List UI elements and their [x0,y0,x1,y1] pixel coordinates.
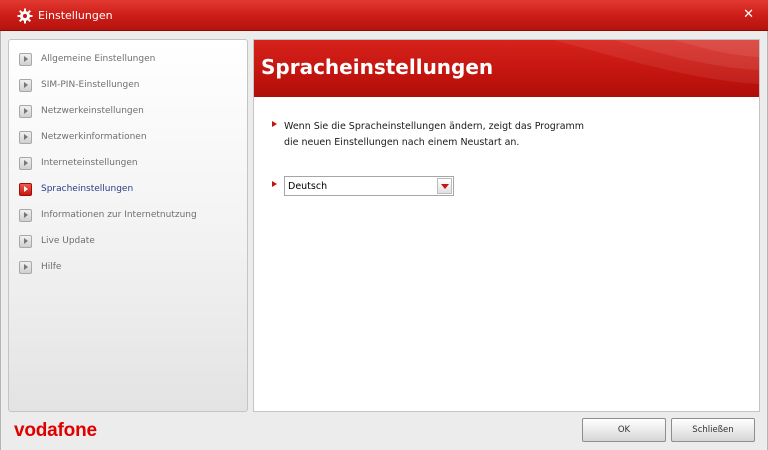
page-title: Spracheinstellungen [261,55,494,79]
sidebar-item-sim-pin-einstellungen[interactable]: SIM-PIN-Einstellungen [19,78,244,94]
sidebar-item-netzwerkeinstellungen[interactable]: Netzwerkeinstellungen [19,104,244,120]
arrow-right-icon [19,157,32,170]
sidebar-item-netzwerkinformationen[interactable]: Netzwerkinformationen [19,130,244,146]
arrow-right-icon [19,53,32,66]
sidebar-item-label: Hilfe [41,262,62,272]
sidebar-item-label: Allgemeine Einstellungen [41,54,156,64]
arrow-right-icon [19,183,32,196]
sidebar-item-label: Interneteinstellungen [41,158,138,168]
sidebar-item-allgemeine-einstellungen[interactable]: Allgemeine Einstellungen [19,52,244,68]
sidebar-item-label: Informationen zur Internetnutzung [41,210,197,220]
chevron-down-icon[interactable] [437,178,452,194]
sidebar-item-label: Netzwerkinformationen [41,132,147,142]
sidebar-item-live-update[interactable]: Live Update [19,234,244,250]
title-bar: Einstellungen ✕ [0,0,768,31]
sidebar-item-label: Live Update [41,236,95,246]
sidebar-item-interneteinstellungen[interactable]: Interneteinstellungen [19,156,244,172]
content-panel: Spracheinstellungen [253,39,760,412]
sidebar: Allgemeine Einstellungen SIM-PIN-Einstel… [8,39,248,412]
arrow-right-icon [19,131,32,144]
arrow-right-icon [19,209,32,222]
gear-icon [17,8,33,24]
arrow-right-icon [19,79,32,92]
close-icon[interactable]: ✕ [743,7,754,22]
window-title: Einstellungen [38,9,113,22]
header-banner: Spracheinstellungen [254,40,759,97]
sidebar-item-label: SIM-PIN-Einstellungen [41,80,140,90]
bullet-arrow-icon [272,181,277,187]
close-button[interactable]: Schließen [671,418,755,442]
info-text-line-1: Wenn Sie die Spracheinstellungen ändern,… [284,121,585,132]
arrow-right-icon [19,261,32,274]
arrow-right-icon [19,105,32,118]
sidebar-item-label: Spracheinstellungen [41,184,134,194]
arrow-right-icon [19,235,32,248]
ok-button[interactable]: OK [582,418,666,442]
vodafone-logo: vodafone [14,420,97,441]
sidebar-item-spracheinstellungen[interactable]: Spracheinstellungen [19,182,244,198]
language-select-value: Deutsch [288,181,328,192]
sidebar-item-informationen-zur-internetnutzung[interactable]: Informationen zur Internetnutzung [19,208,244,224]
language-select[interactable]: Deutsch [284,176,454,196]
bullet-arrow-icon [272,121,277,127]
info-text-line-2: die neuen Einstellungen nach einem Neust… [284,137,520,148]
sidebar-item-hilfe[interactable]: Hilfe [19,260,244,276]
sidebar-item-label: Netzwerkeinstellungen [41,106,144,116]
